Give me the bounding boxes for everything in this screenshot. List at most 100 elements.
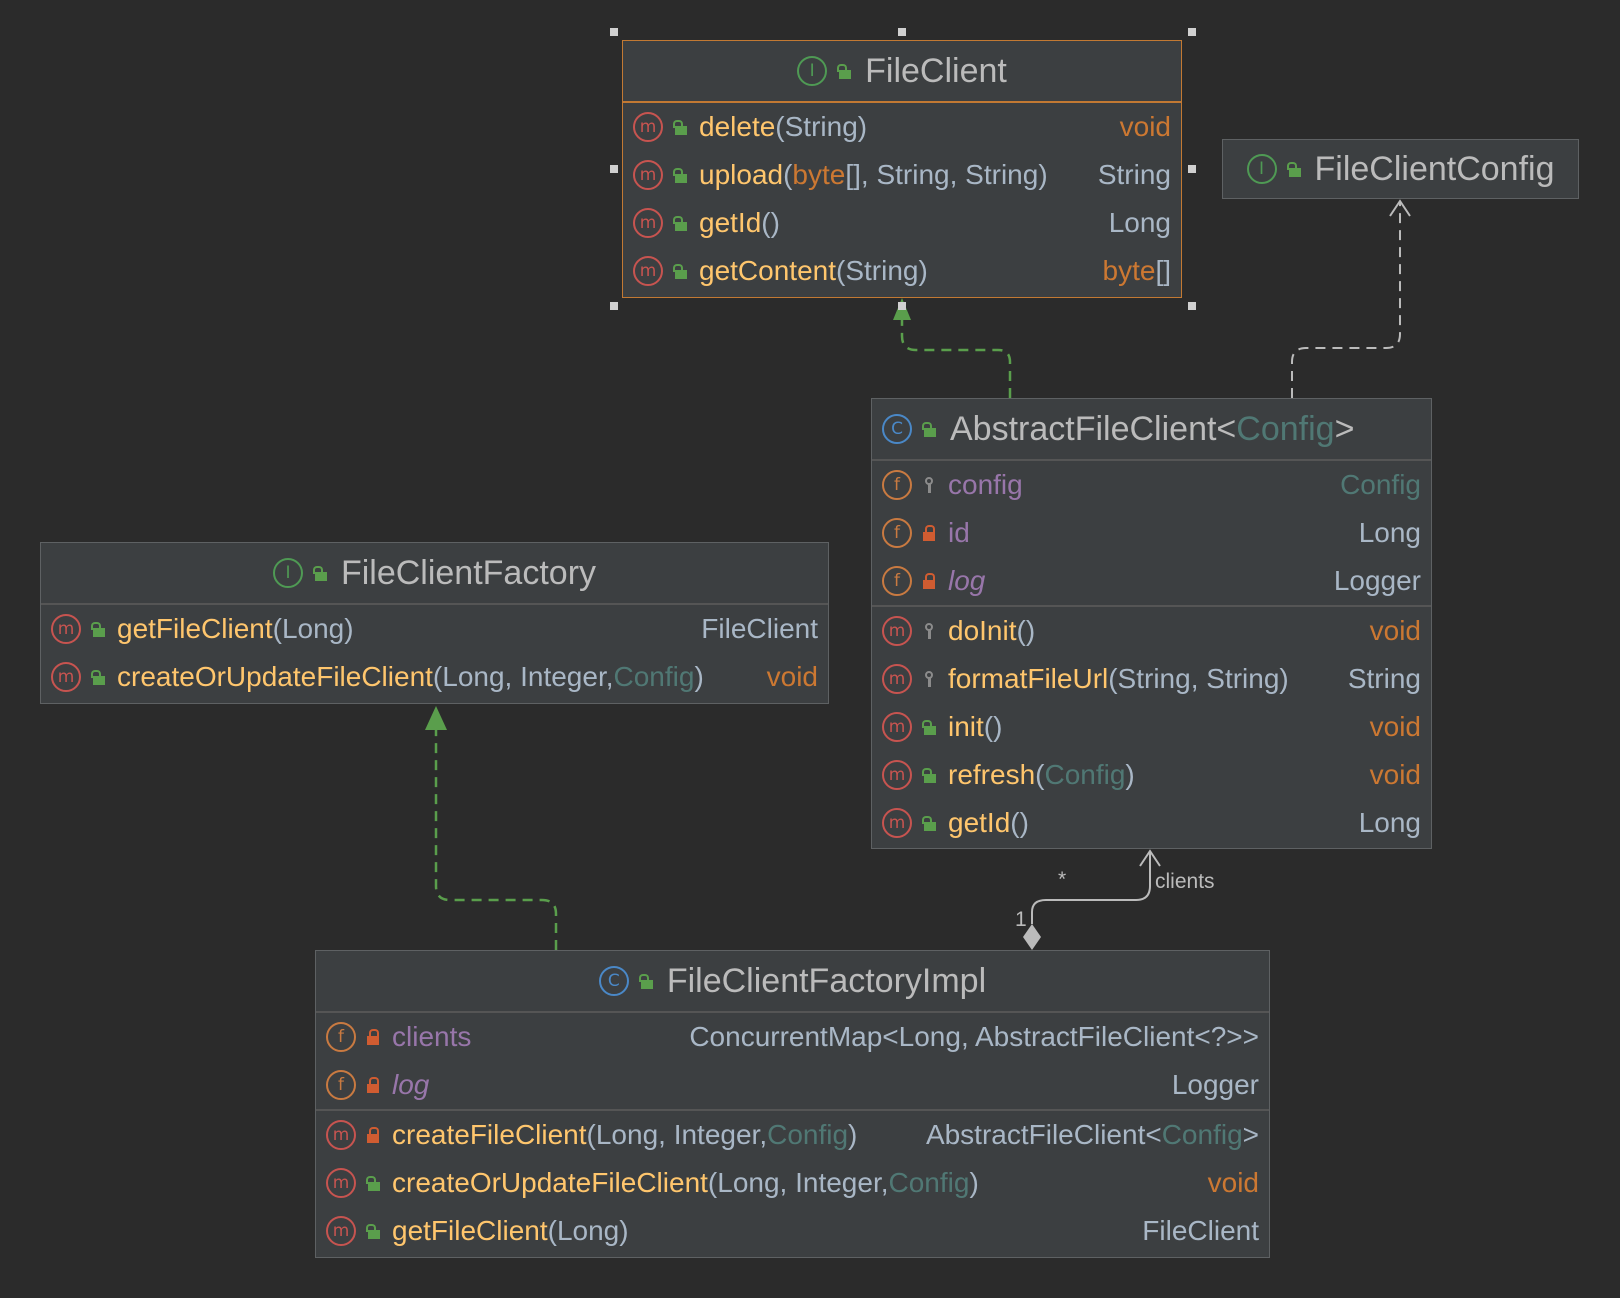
method-return-type: FileClient (1142, 1215, 1259, 1246)
fileclient-header[interactable]: I FileClient (623, 41, 1181, 103)
method-row[interactable]: m getId () Long (623, 199, 1181, 247)
method-name: getId (948, 807, 1011, 838)
field-type: ConcurrentMap<Long, AbstractFileClient<?… (689, 1021, 1259, 1052)
method-row[interactable]: m getFileClient (Long) FileClient (316, 1207, 1269, 1255)
multiplicity-many-label: * (1058, 868, 1067, 891)
field-row[interactable]: f log Logger (872, 557, 1431, 605)
method-params: (Long) (547, 1215, 629, 1246)
method-return-type: Long (1358, 807, 1421, 838)
method-params: (Long) (272, 613, 354, 644)
method-name: createOrUpdateFileClient (392, 1167, 708, 1198)
public-icon (922, 719, 936, 735)
field-icon: f (882, 470, 912, 500)
method-row[interactable]: m upload ( byte [], String, String) Stri… (623, 151, 1181, 199)
private-icon (922, 573, 936, 589)
field-row[interactable]: f config Config (872, 461, 1431, 509)
private-icon (366, 1127, 380, 1143)
method-params: (String) (775, 111, 868, 142)
resize-handle-n[interactable] (898, 28, 906, 36)
method-row[interactable]: m init () void (872, 703, 1431, 751)
public-icon (922, 815, 936, 831)
field-type: Long (1358, 517, 1421, 548)
fileclientfactoryimpl-header[interactable]: C FileClientFactoryImpl (316, 951, 1269, 1013)
method-row[interactable]: m doInit () void (872, 607, 1431, 655)
method-name: getContent (699, 255, 836, 286)
fileclientfactoryimpl-title: FileClientFactoryImpl (666, 961, 987, 1000)
resize-handle-se[interactable] (1188, 302, 1196, 310)
interface-icon: I (272, 558, 303, 588)
method-icon: m (326, 1216, 356, 1246)
method-icon: m (882, 760, 912, 790)
fileclientconfig-node[interactable]: I FileClientConfig (1222, 139, 1579, 199)
method-name: upload (699, 159, 784, 190)
method-row[interactable]: m createFileClient (Long, Integer, Confi… (316, 1111, 1269, 1159)
method-params: () (1010, 807, 1029, 838)
field-icon: f (326, 1022, 356, 1052)
abstractfileclient-methods: m doInit () void m formatFileUrl (String… (872, 607, 1431, 847)
method-params-open: ( (1035, 759, 1045, 790)
method-params-open: ( (783, 159, 793, 190)
return-array-suffix: [] (1155, 255, 1171, 286)
abstractfileclient-header[interactable]: C AbstractFileClient< Config > (872, 399, 1431, 461)
method-row[interactable]: m createOrUpdateFileClient (Long, Intege… (316, 1159, 1269, 1207)
method-params-close: ) (848, 1119, 858, 1150)
method-name: init (948, 711, 984, 742)
method-icon: m (326, 1120, 356, 1150)
method-return-type: FileClient (701, 613, 818, 644)
return-type-close: > (1242, 1119, 1259, 1150)
method-row[interactable]: m formatFileUrl (String, String) String (872, 655, 1431, 703)
field-row[interactable]: f id Long (872, 509, 1431, 557)
field-name: clients (392, 1021, 472, 1052)
resize-handle-ne[interactable] (1188, 28, 1196, 36)
method-row[interactable]: m createOrUpdateFileClient (Long, Intege… (41, 653, 828, 701)
method-params: (String) (836, 255, 928, 286)
field-icon: f (326, 1070, 356, 1100)
edge-impl-implements-factory[interactable] (434, 726, 558, 950)
method-params-close: ) (1125, 759, 1135, 790)
resize-handle-sw[interactable] (610, 302, 618, 310)
method-icon: m (51, 662, 81, 692)
return-keyword: byte (1102, 255, 1156, 286)
method-name: getFileClient (392, 1215, 548, 1246)
edge-abstract-implements-fileclient[interactable] (900, 306, 1012, 398)
fileclient-node[interactable]: I FileClient m delete (String) void m up… (622, 40, 1182, 298)
method-params-open: (Long, Integer, (707, 1167, 889, 1198)
method-row[interactable]: m getContent (String) byte[] (623, 247, 1181, 295)
fileclientfactoryimpl-methods: m createFileClient (Long, Integer, Confi… (316, 1111, 1269, 1255)
method-row[interactable]: m refresh ( Config ) void (872, 751, 1431, 799)
resize-handle-e[interactable] (1188, 165, 1196, 173)
method-return-type: String (1347, 663, 1421, 694)
method-row[interactable]: m delete (String) void (623, 103, 1181, 151)
fileclientfactoryimpl-fields: f clients ConcurrentMap<Long, AbstractFi… (316, 1013, 1269, 1111)
fileclientconfig-header[interactable]: I FileClientConfig (1223, 140, 1578, 198)
method-param-keyword: byte (792, 159, 846, 190)
method-icon: m (326, 1168, 356, 1198)
private-icon (366, 1029, 380, 1045)
resize-handle-s[interactable] (898, 302, 906, 310)
resize-handle-nw[interactable] (610, 28, 618, 36)
fileclientfactory-header[interactable]: I FileClientFactory (41, 543, 828, 605)
method-row[interactable]: m getFileClient (Long) FileClient (41, 605, 828, 653)
method-name: formatFileUrl (948, 663, 1109, 694)
field-row[interactable]: f clients ConcurrentMap<Long, AbstractFi… (316, 1013, 1269, 1061)
method-return-type: Long (1108, 207, 1171, 238)
abstractfileclient-node[interactable]: C AbstractFileClient< Config > f config Co… (871, 398, 1432, 849)
fileclientfactoryimpl-node[interactable]: C FileClientFactoryImpl f clients Concur… (315, 950, 1270, 1258)
protected-icon (922, 671, 936, 687)
edge-impl-composes-abstract[interactable] (1031, 852, 1151, 924)
public-icon (673, 167, 687, 183)
resize-handle-w[interactable] (610, 165, 618, 173)
abstractfileclient-fields: f config Config f id Long f log Logger (872, 461, 1431, 607)
interface-icon: I (797, 56, 828, 86)
method-icon: m (633, 112, 663, 142)
method-name: getFileClient (117, 613, 273, 644)
field-row[interactable]: f log Logger (316, 1061, 1269, 1109)
field-icon: f (882, 518, 912, 548)
method-name: createFileClient (392, 1119, 587, 1150)
return-type-param: Config (1161, 1119, 1243, 1150)
fileclientfactory-node[interactable]: I FileClientFactory m getFileClient (Lon… (40, 542, 829, 704)
method-name: createOrUpdateFileClient (117, 661, 433, 692)
public-icon (1286, 161, 1301, 177)
method-row[interactable]: m getId () Long (872, 799, 1431, 847)
edge-abstract-depends-config[interactable] (1291, 202, 1401, 398)
